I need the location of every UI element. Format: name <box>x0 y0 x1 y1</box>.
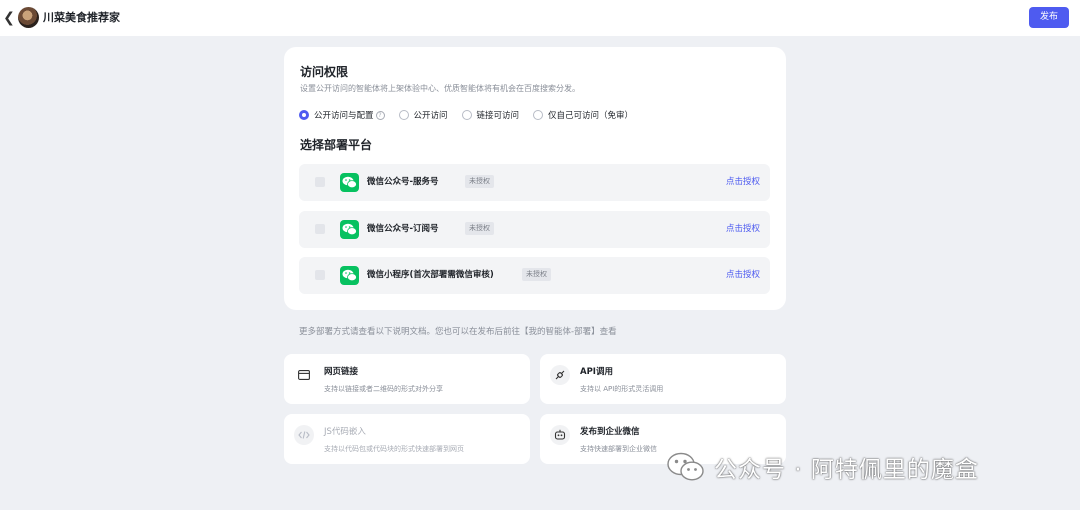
radio-selected-indicator <box>299 110 309 120</box>
deploy-option-js-embed: JS代码嵌入 支持以代码包或代码块的形式快速部署到网页 <box>284 414 530 464</box>
platform-name: 微信公众号-服务号 <box>367 177 439 187</box>
authorize-link[interactable]: 点击授权 <box>726 269 760 282</box>
status-badge: 未授权 <box>522 268 551 281</box>
radio-indicator <box>398 110 409 120</box>
radio-private[interactable]: 仅自己可访问（免审） <box>533 109 633 121</box>
radio-label: 链接可访问 <box>476 111 520 121</box>
platform-row: 微信公众号-服务号 未授权 点击授权 <box>299 164 770 201</box>
option-title: 发布到企业微信 <box>580 427 640 437</box>
platform-row: 微信小程序(首次部署需微信审核) 未授权 点击授权 <box>299 257 770 294</box>
wechat-icon <box>340 173 359 192</box>
access-title: 访问权限 <box>300 65 349 79</box>
platform-row: 微信公众号-订阅号 未授权 点击授权 <box>299 211 770 248</box>
chevron-left-icon[interactable]: ❮ <box>2 9 16 27</box>
option-subtitle: 支持快速部署到企业微信 <box>580 445 657 453</box>
platform-name: 微信小程序(首次部署需微信审核) <box>367 270 494 280</box>
radio-indicator <box>461 110 472 120</box>
radio-link-access[interactable]: 链接可访问 <box>461 109 520 121</box>
radio-public[interactable]: 公开访问 <box>398 109 448 121</box>
wechat-icon <box>340 266 359 285</box>
platform-checkbox[interactable] <box>315 224 325 234</box>
option-title: API调用 <box>580 367 613 377</box>
radio-label: 公开访问 <box>413 111 448 121</box>
watermark-text: 公众号 · 阿特佩里的魔盒 <box>714 457 979 483</box>
publish-button[interactable]: 发布 <box>1029 7 1069 28</box>
option-title: 网页链接 <box>324 367 359 377</box>
radio-indicator <box>533 110 544 120</box>
watermark: 公众号 · 阿特佩里的魔盒 <box>666 448 979 486</box>
robot-icon <box>550 425 570 445</box>
more-deploy-hint: 更多部署方式请查看以下说明文档。您也可以在发布后前往【我的智能体-部署】查看 <box>299 327 617 337</box>
status-badge: 未授权 <box>465 222 494 235</box>
access-radio-group: 公开访问与配置 ? 公开访问 链接可访问 仅自己可访问（免审） <box>299 108 647 122</box>
wechat-logo-icon <box>666 451 706 483</box>
authorize-link[interactable]: 点击授权 <box>726 223 760 236</box>
platform-checkbox[interactable] <box>315 270 325 280</box>
help-icon[interactable]: ? <box>375 110 385 120</box>
api-plug-icon <box>550 365 570 385</box>
platform-name: 微信公众号-订阅号 <box>367 224 439 234</box>
authorize-link[interactable]: 点击授权 <box>726 176 760 189</box>
option-subtitle: 支持以 API的形式灵活调用 <box>580 385 664 393</box>
radio-public-config[interactable]: 公开访问与配置 ? <box>299 109 385 121</box>
code-icon <box>294 425 314 445</box>
radio-label: 仅自己可访问（免审） <box>548 111 634 121</box>
deploy-option-api[interactable]: API调用 支持以 API的形式灵活调用 <box>540 354 786 404</box>
avatar <box>18 7 39 28</box>
browser-window-icon <box>294 365 314 385</box>
deploy-option-web-link[interactable]: 网页链接 支持以链接或者二维码的形式对外分享 <box>284 354 530 404</box>
wechat-icon <box>340 220 359 239</box>
top-bar: ❮ 川菜美食推荐家 发布 <box>0 0 1080 36</box>
platform-checkbox[interactable] <box>315 177 325 187</box>
option-subtitle: 支持以代码包或代码块的形式快速部署到网页 <box>324 445 464 453</box>
option-subtitle: 支持以链接或者二维码的形式对外分享 <box>324 385 443 393</box>
radio-label: 公开访问与配置 <box>314 111 374 121</box>
app-title: 川菜美食推荐家 <box>43 11 120 24</box>
status-badge: 未授权 <box>465 175 494 188</box>
settings-card: 访问权限 设置公开访问的智能体将上架体验中心、优质智能体将有机会在百度搜索分发。… <box>284 47 786 310</box>
option-title: JS代码嵌入 <box>324 427 366 437</box>
platform-title: 选择部署平台 <box>300 138 373 152</box>
access-description: 设置公开访问的智能体将上架体验中心、优质智能体将有机会在百度搜索分发。 <box>300 84 580 93</box>
